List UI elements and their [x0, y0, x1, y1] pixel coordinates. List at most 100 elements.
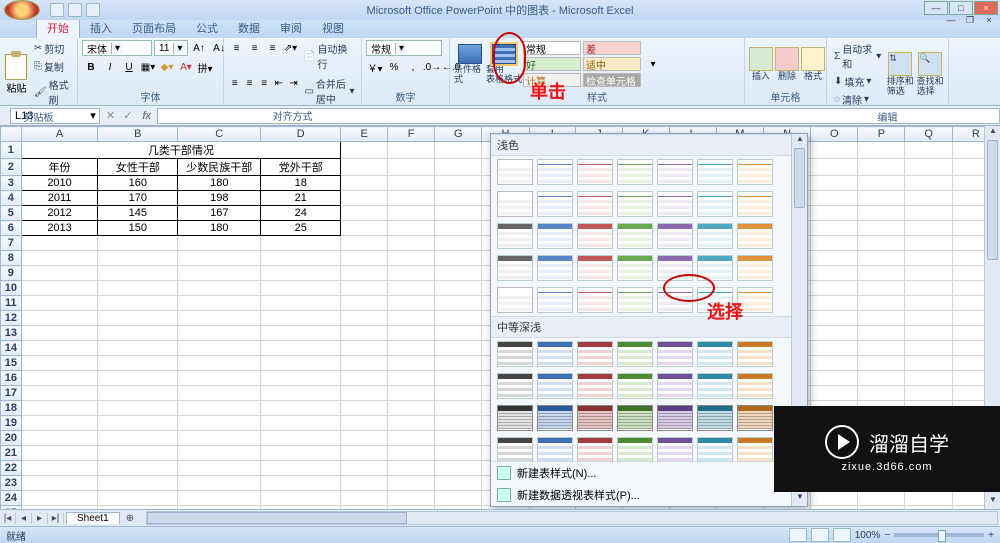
- cell-D22[interactable]: [261, 461, 341, 476]
- view-pagebreak-icon[interactable]: [833, 528, 851, 542]
- cell-A8[interactable]: [21, 251, 98, 266]
- cell-A22[interactable]: [21, 461, 98, 476]
- cell-C17[interactable]: [178, 386, 261, 401]
- col-header-F[interactable]: F: [388, 127, 435, 142]
- cell-C21[interactable]: [178, 446, 261, 461]
- workbook-restore[interactable]: ❐: [961, 15, 979, 27]
- row-header-10[interactable]: 10: [1, 281, 22, 296]
- align-left-icon[interactable]: ≡: [228, 75, 242, 91]
- table-style-lgt-pp[interactable]: [657, 191, 693, 217]
- styles-more-icon[interactable]: ▾: [644, 56, 662, 72]
- align-center-icon[interactable]: ≡: [243, 75, 257, 91]
- cell-E19[interactable]: [341, 416, 388, 431]
- row-header-16[interactable]: 16: [1, 371, 22, 386]
- cell-F9[interactable]: [388, 266, 435, 281]
- cell-A24[interactable]: [21, 491, 98, 506]
- cell-D2[interactable]: 党外干部: [261, 159, 341, 176]
- cell-E9[interactable]: [341, 266, 388, 281]
- row-header-8[interactable]: 8: [1, 251, 22, 266]
- phonetic-button[interactable]: 拼▾: [196, 59, 214, 75]
- cell-F2[interactable]: [388, 159, 435, 176]
- cell-G7[interactable]: [435, 236, 482, 251]
- cell-B7[interactable]: [98, 236, 178, 251]
- cell-Q2[interactable]: [905, 159, 952, 176]
- cell-F22[interactable]: [388, 461, 435, 476]
- cell-A5[interactable]: 2012: [21, 206, 98, 221]
- cell-Q8[interactable]: [905, 251, 952, 266]
- cell-A3[interactable]: 2010: [21, 176, 98, 191]
- cell-A1[interactable]: 几类干部情况: [21, 142, 340, 159]
- wrap-text-button[interactable]: 📄自动换行: [300, 40, 357, 72]
- table-style-lgt-bl[interactable]: [537, 191, 573, 217]
- table-style-lgt-bl[interactable]: [537, 287, 573, 313]
- cell-F15[interactable]: [388, 356, 435, 371]
- qat-undo-icon[interactable]: [68, 3, 82, 17]
- cell-D12[interactable]: [261, 311, 341, 326]
- row-header-18[interactable]: 18: [1, 401, 22, 416]
- cell-F16[interactable]: [388, 371, 435, 386]
- cell-P2[interactable]: [858, 159, 905, 176]
- cell-F19[interactable]: [388, 416, 435, 431]
- font-size-combo[interactable]: 11▾: [154, 40, 188, 56]
- italic-button[interactable]: I: [101, 59, 119, 75]
- style-normal[interactable]: 常规: [523, 41, 581, 55]
- new-table-style-button[interactable]: 新建表样式(N)...: [491, 462, 791, 484]
- cell-C16[interactable]: [178, 371, 261, 386]
- table-style-lgt-gn[interactable]: [617, 159, 653, 185]
- table-style-lgt2-bl[interactable]: [537, 255, 573, 281]
- cell-P24[interactable]: [858, 491, 905, 506]
- cell-D9[interactable]: [261, 266, 341, 281]
- cell-O16[interactable]: [811, 371, 858, 386]
- worksheet[interactable]: ABCDEFGHIJKLMNOPQR1几类干部情况2年份女性干部少数民族干部党外…: [0, 126, 1000, 509]
- cell-G18[interactable]: [435, 401, 482, 416]
- col-header-B[interactable]: B: [98, 127, 178, 142]
- cell-C12[interactable]: [178, 311, 261, 326]
- cell-O5[interactable]: [811, 206, 858, 221]
- cell-O6[interactable]: [811, 221, 858, 236]
- cell-D18[interactable]: [261, 401, 341, 416]
- table-style-med-bl[interactable]: [537, 437, 573, 463]
- table-style-lgt-bk[interactable]: [497, 191, 533, 217]
- row-header-24[interactable]: 24: [1, 491, 22, 506]
- tab-insert[interactable]: 插入: [80, 18, 122, 38]
- cell-B16[interactable]: [98, 371, 178, 386]
- sheet-tab-1[interactable]: Sheet1: [66, 512, 120, 524]
- qat-redo-icon[interactable]: [86, 3, 100, 17]
- cell-A4[interactable]: 2011: [21, 191, 98, 206]
- tab-data[interactable]: 数据: [228, 18, 270, 38]
- cell-D19[interactable]: [261, 416, 341, 431]
- cell-E5[interactable]: [341, 206, 388, 221]
- cell-G17[interactable]: [435, 386, 482, 401]
- cell-A25[interactable]: [21, 506, 98, 510]
- cut-button[interactable]: ✂ 剪切: [31, 40, 73, 57]
- align-top-icon[interactable]: ≡: [228, 40, 245, 56]
- cell-C10[interactable]: [178, 281, 261, 296]
- table-style-lgt2-bk[interactable]: [497, 223, 533, 249]
- table-style-med-gn[interactable]: [617, 437, 653, 463]
- close-button[interactable]: ×: [974, 1, 998, 15]
- office-button[interactable]: [4, 0, 40, 20]
- tab-layout[interactable]: 页面布局: [122, 18, 186, 38]
- format-as-table-button[interactable]: 套用 表格格式: [488, 44, 520, 84]
- cell-Q25[interactable]: [905, 506, 952, 510]
- table-style-lgt-bl[interactable]: [537, 159, 573, 185]
- cell-P12[interactable]: [858, 311, 905, 326]
- table-style-medg-pp[interactable]: [657, 405, 693, 431]
- cell-F7[interactable]: [388, 236, 435, 251]
- col-header-Q[interactable]: Q: [905, 127, 952, 142]
- cell-A7[interactable]: [21, 236, 98, 251]
- cell-B8[interactable]: [98, 251, 178, 266]
- row-header-12[interactable]: 12: [1, 311, 22, 326]
- cell-Q6[interactable]: [905, 221, 952, 236]
- cell-C4[interactable]: 198: [178, 191, 261, 206]
- increase-font-icon[interactable]: A↑: [190, 40, 208, 56]
- cell-G3[interactable]: [435, 176, 482, 191]
- cell-O14[interactable]: [811, 341, 858, 356]
- style-check[interactable]: 检查单元格: [583, 73, 641, 87]
- cell-G8[interactable]: [435, 251, 482, 266]
- row-header-4[interactable]: 4: [1, 191, 22, 206]
- col-header-A[interactable]: A: [21, 127, 98, 142]
- cell-E4[interactable]: [341, 191, 388, 206]
- cell-O10[interactable]: [811, 281, 858, 296]
- cell-E23[interactable]: [341, 476, 388, 491]
